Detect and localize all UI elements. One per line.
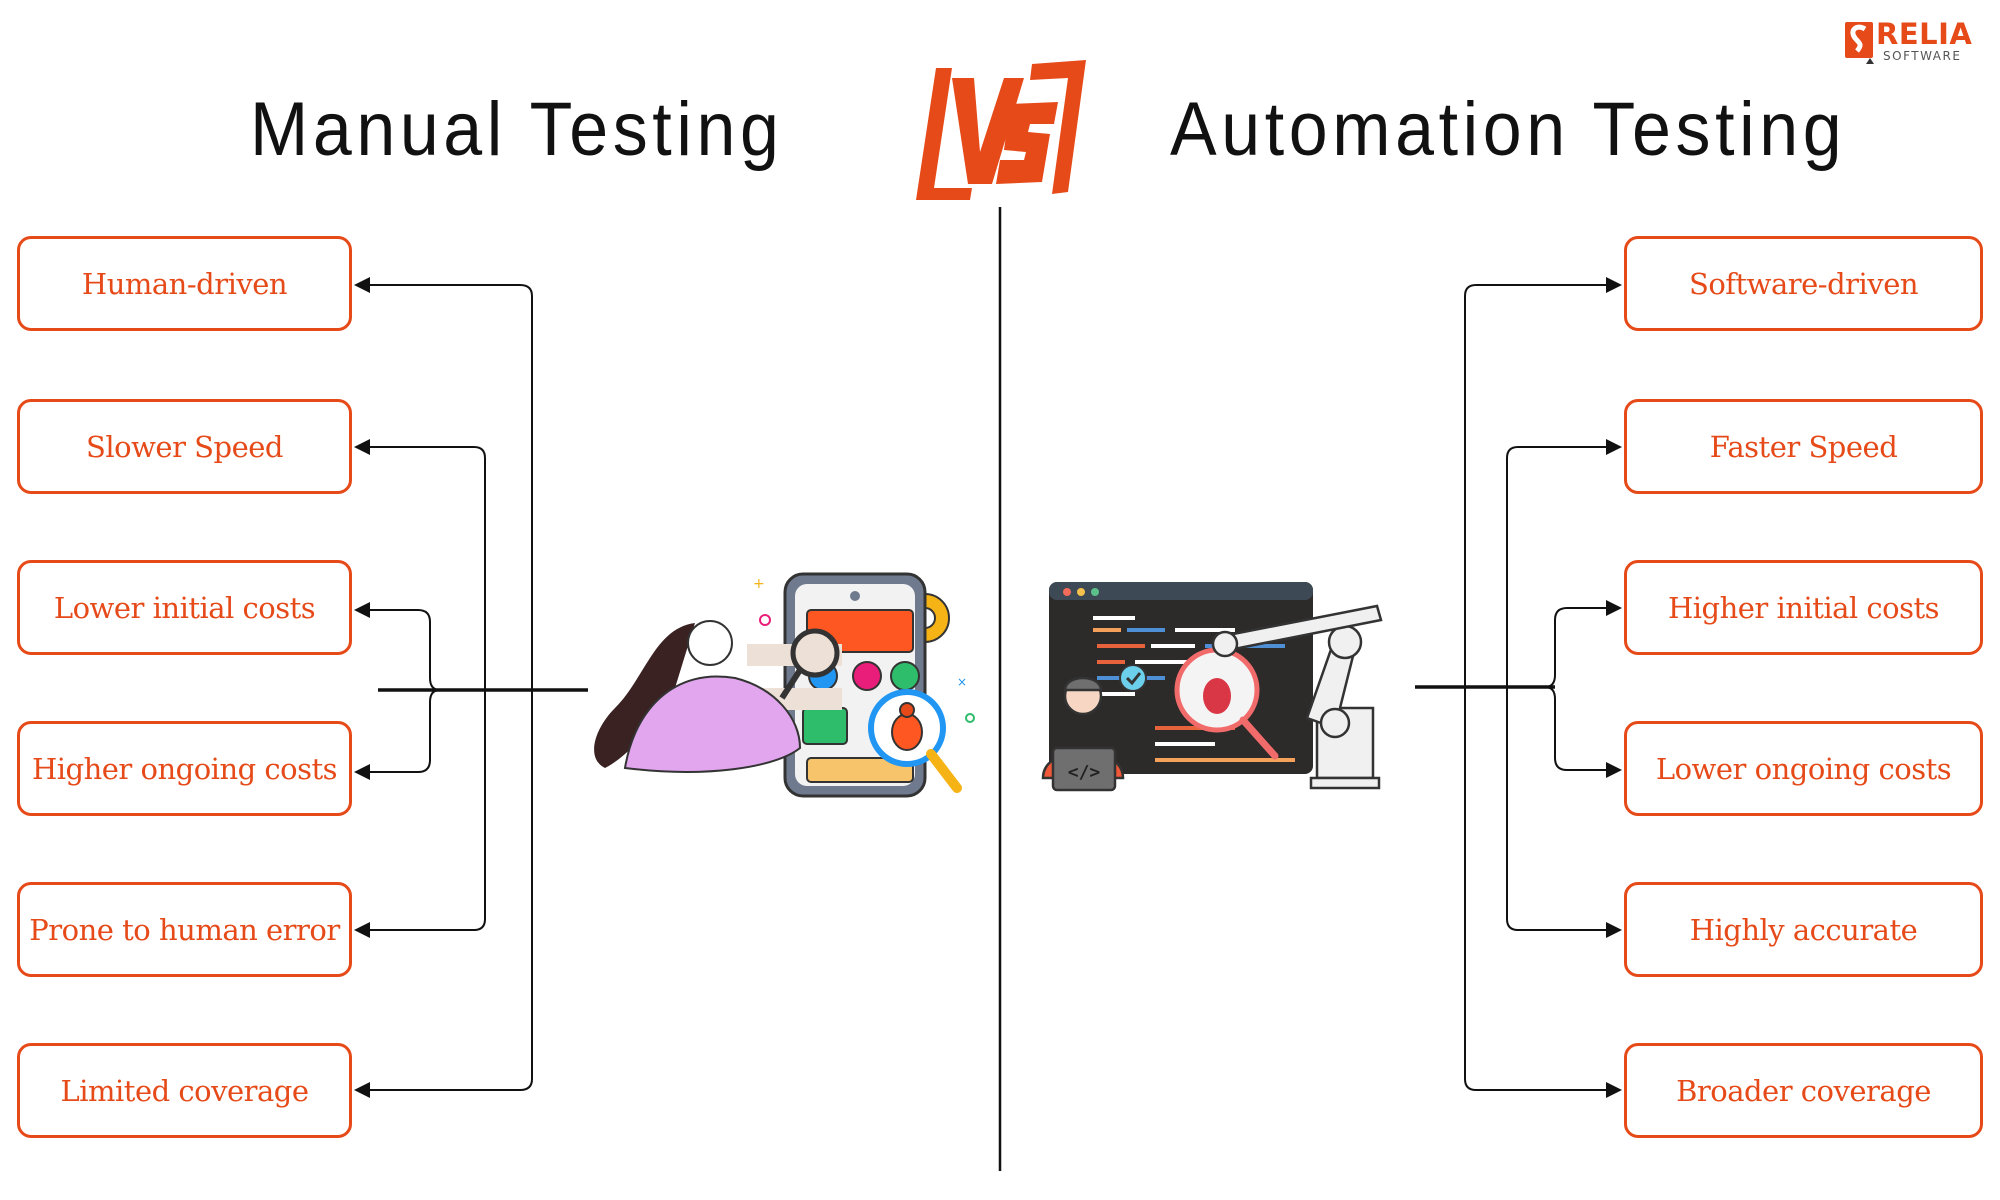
automation-feature-box: Faster Speed bbox=[1624, 399, 1983, 494]
connector-automation-6 bbox=[1464, 687, 1622, 1098]
feature-label: Limited coverage bbox=[60, 1073, 309, 1108]
automation-feature-box: Lower ongoing costs bbox=[1624, 721, 1983, 816]
connector-manual-2 bbox=[354, 439, 486, 690]
connector-manual-5 bbox=[354, 690, 486, 938]
feature-label: Prone to human error bbox=[29, 912, 340, 947]
feature-label: Faster Speed bbox=[1709, 429, 1898, 464]
manual-feature-box: Prone to human error bbox=[17, 882, 352, 977]
ladybug-icon bbox=[891, 713, 923, 751]
connector-manual-1 bbox=[354, 277, 533, 690]
manual-feature-box: Slower Speed bbox=[17, 399, 352, 494]
feature-label: Higher ongoing costs bbox=[31, 751, 338, 786]
svg-text:</>: </> bbox=[1068, 762, 1101, 783]
feature-label: Highly accurate bbox=[1689, 912, 1918, 947]
feature-label: Slower Speed bbox=[86, 429, 284, 464]
connector-manual-3 bbox=[354, 602, 441, 691]
feature-label: Lower initial costs bbox=[53, 590, 316, 625]
manual-testing-illustration: + × bbox=[594, 572, 975, 798]
automation-testing-illustration: </> bbox=[1041, 582, 1383, 792]
manual-feature-box: Lower initial costs bbox=[17, 560, 352, 655]
connector-manual-6 bbox=[354, 690, 533, 1098]
automation-feature-box: Higher initial costs bbox=[1624, 560, 1983, 655]
feature-label: Software-driven bbox=[1688, 266, 1919, 301]
feature-label: Broader coverage bbox=[1676, 1073, 1931, 1108]
connector-automation-1 bbox=[1464, 277, 1622, 687]
feature-label: Lower ongoing costs bbox=[1655, 751, 1952, 786]
manual-feature-box: Higher ongoing costs bbox=[17, 721, 352, 816]
svg-text:+: + bbox=[753, 576, 765, 592]
bug-icon bbox=[1203, 678, 1231, 714]
manual-feature-box: Limited coverage bbox=[17, 1043, 352, 1138]
automation-feature-box: Broader coverage bbox=[1624, 1043, 1983, 1138]
feature-label: Human-driven bbox=[81, 266, 288, 301]
manual-feature-box: Human-driven bbox=[17, 236, 352, 331]
feature-label: Higher initial costs bbox=[1667, 590, 1940, 625]
connector-automation-2 bbox=[1506, 439, 1622, 687]
connector-automation-3 bbox=[1544, 600, 1622, 688]
connector-automation-4 bbox=[1544, 686, 1622, 778]
automation-feature-box: Software-driven bbox=[1624, 236, 1983, 331]
woman-head bbox=[687, 620, 733, 666]
check-icon bbox=[1119, 664, 1147, 692]
connector-manual-4 bbox=[354, 689, 441, 780]
connector-automation-5 bbox=[1506, 687, 1622, 938]
svg-text:×: × bbox=[957, 675, 967, 689]
automation-feature-box: Highly accurate bbox=[1624, 882, 1983, 977]
